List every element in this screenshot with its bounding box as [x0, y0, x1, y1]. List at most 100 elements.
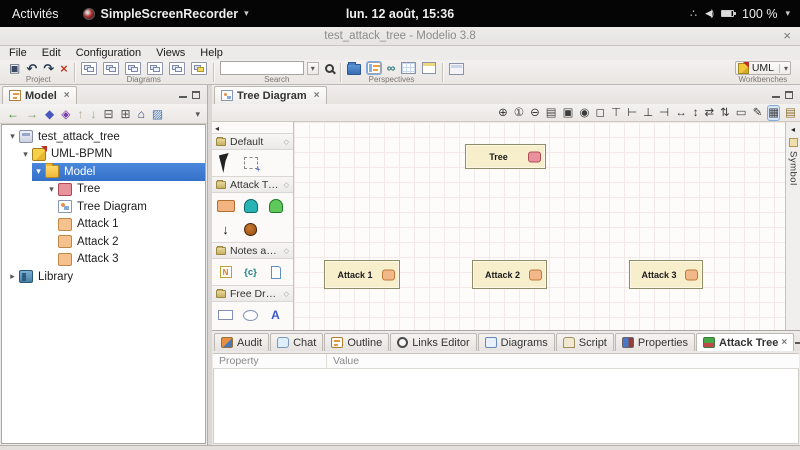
select-tool[interactable]: [215, 154, 236, 172]
menu-item-edit[interactable]: Edit: [42, 47, 61, 59]
tab-model[interactable]: Model ×: [2, 86, 77, 104]
tools-icon[interactable]: ×: [60, 62, 68, 75]
system-tray[interactable]: ∴ ◀) 100 % ▾: [690, 7, 790, 21]
symbol-panel-tab[interactable]: ◂ Symbol: [785, 122, 800, 330]
deployment-diagram-icon[interactable]: [147, 62, 163, 75]
matrix-new-icon[interactable]: [191, 62, 207, 75]
diagram-node-attack-1[interactable]: Attack 1: [324, 260, 400, 289]
save-icon[interactable]: ▣: [9, 62, 20, 75]
expander-icon[interactable]: ▾: [19, 149, 32, 160]
chevron-down-icon[interactable]: ▾: [779, 64, 788, 73]
expander-icon[interactable]: ▾: [32, 166, 45, 177]
tab-attack-tree[interactable]: Attack Tree×: [696, 333, 794, 351]
palette-section-default[interactable]: Default◇: [212, 133, 293, 150]
zoom-original-icon[interactable]: ①: [514, 106, 524, 120]
fit-frame-icon[interactable]: ▭: [736, 106, 747, 120]
tree-node-green-tool[interactable]: [265, 197, 286, 215]
constraint-tool[interactable]: {c}: [240, 263, 261, 281]
filter-icon[interactable]: ▨: [152, 107, 163, 121]
matrix-perspective-icon[interactable]: [401, 62, 416, 74]
minimize-bottom-panel-button[interactable]: [795, 337, 800, 346]
palette-section-attack-tree[interactable]: Attack Tree◇: [212, 176, 293, 193]
text-tool[interactable]: A: [265, 306, 286, 324]
diagram-node-attack-3[interactable]: Attack 3: [629, 260, 703, 289]
minimize-panel-button[interactable]: [179, 91, 187, 100]
forward-icon[interactable]: →: [26, 107, 38, 121]
tree-item-library[interactable]: ▸Library: [6, 268, 205, 286]
note-tool[interactable]: N: [215, 263, 236, 281]
composite-diagram-icon[interactable]: [125, 62, 141, 75]
workbench-selector[interactable]: UML ▾: [735, 61, 791, 75]
diagram-canvas[interactable]: TreeAttack 1Attack 2Attack 3: [294, 122, 785, 330]
align-bottom-icon[interactable]: ⊥: [643, 106, 653, 120]
tab-diagrams[interactable]: Diagrams: [478, 333, 555, 351]
save-diagram-icon[interactable]: ▣: [563, 106, 574, 120]
screenshot-icon[interactable]: ◉: [579, 106, 589, 120]
page-setup-icon[interactable]: ▤: [785, 106, 796, 120]
center-vertical-icon[interactable]: ↕: [693, 106, 699, 120]
maximize-editor-button[interactable]: [785, 91, 793, 99]
menu-item-file[interactable]: File: [9, 47, 27, 59]
search-input[interactable]: [220, 61, 304, 75]
move-up-icon[interactable]: ↑: [77, 107, 83, 121]
tree-item-test-attack-tree[interactable]: ▾test_attack_tree: [6, 128, 205, 146]
marquee-zoom-icon[interactable]: ◻: [596, 106, 606, 120]
align-left-icon[interactable]: ⊢: [627, 106, 637, 120]
tree-item-tree-diagram[interactable]: Tree Diagram: [58, 198, 205, 216]
menu-item-configuration[interactable]: Configuration: [76, 47, 141, 59]
tab-audit[interactable]: Audit: [214, 333, 269, 351]
usecase-diagram-icon[interactable]: [169, 62, 185, 75]
folder-perspective-icon[interactable]: [347, 64, 361, 75]
tree-item-attack-2[interactable]: Attack 2: [58, 233, 205, 251]
expander-icon[interactable]: ▾: [6, 131, 19, 142]
link-arrow-tool[interactable]: ↓: [215, 220, 236, 238]
tree-node-teal-tool[interactable]: [240, 197, 261, 215]
same-width-icon[interactable]: ⇄: [704, 106, 714, 120]
minimize-editor-button[interactable]: [772, 91, 780, 100]
bpmn-diagram-icon[interactable]: [103, 62, 119, 75]
palette-section-notes-and[interactable]: Notes and ...◇: [212, 242, 293, 259]
home-icon[interactable]: ⌂: [138, 107, 145, 121]
expand-symbol-icon[interactable]: ◂: [791, 125, 795, 134]
form-perspective-icon[interactable]: [422, 62, 436, 74]
expander-icon[interactable]: ▸: [6, 271, 19, 282]
links-perspective-icon[interactable]: ∞: [387, 62, 396, 75]
redo-icon[interactable]: ↷: [43, 62, 54, 75]
tree-item-model[interactable]: ▾Model: [32, 163, 205, 181]
palette-collapse-icon[interactable]: ◂: [212, 122, 293, 133]
close-window-button[interactable]: ×: [783, 28, 791, 43]
previous-selection-icon[interactable]: ◆: [45, 107, 54, 121]
format-painter-icon[interactable]: ✎: [753, 106, 763, 120]
tab-script[interactable]: Script: [556, 333, 614, 351]
zoom-in-icon[interactable]: ⊕: [498, 106, 508, 120]
tree-item-uml-bpmn[interactable]: ▾UML-BPMN: [19, 146, 205, 164]
search-dropdown-icon[interactable]: ▾: [307, 62, 319, 75]
center-horizontal-icon[interactable]: ↔: [675, 106, 687, 120]
close-icon[interactable]: ×: [314, 90, 320, 101]
tree-item-attack-1[interactable]: Attack 1: [58, 216, 205, 234]
move-down-icon[interactable]: ↓: [90, 107, 96, 121]
document-tool[interactable]: [265, 263, 286, 281]
close-icon[interactable]: ×: [781, 337, 787, 348]
attack-node-tool[interactable]: [215, 197, 236, 215]
marquee-tool[interactable]: [240, 154, 261, 172]
view-menu-icon[interactable]: ▾: [195, 107, 200, 121]
link-with-editor-icon[interactable]: ⊞: [121, 107, 131, 121]
palette-section-free-drawing[interactable]: Free Drawing◇: [212, 285, 293, 302]
align-right-icon[interactable]: ⊣: [659, 106, 669, 120]
same-height-icon[interactable]: ⇅: [720, 106, 730, 120]
print-icon[interactable]: ▤: [546, 106, 557, 120]
expander-icon[interactable]: ▾: [45, 184, 58, 195]
tab-outline[interactable]: Outline: [324, 333, 389, 351]
tab-chat[interactable]: Chat: [270, 333, 323, 351]
close-icon[interactable]: ×: [64, 90, 70, 101]
next-selection-icon[interactable]: ◈: [61, 107, 70, 121]
menu-item-views[interactable]: Views: [156, 47, 185, 59]
align-top-icon[interactable]: ⊤: [611, 106, 621, 120]
search-icon[interactable]: [325, 64, 334, 73]
root-node-tool[interactable]: [240, 220, 261, 238]
menu-item-help[interactable]: Help: [200, 47, 223, 59]
diagram-node-attack-2[interactable]: Attack 2: [472, 260, 547, 289]
class-diagram-icon[interactable]: [81, 62, 97, 75]
model-perspective-icon[interactable]: [367, 62, 381, 74]
